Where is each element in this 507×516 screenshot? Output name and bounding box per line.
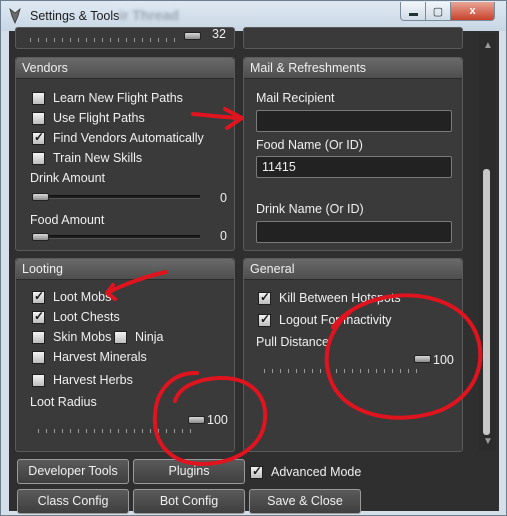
top-partial-panel-left: 32 [15, 27, 235, 49]
checkbox-box[interactable] [32, 111, 45, 125]
window-title-obscured: ir Thread [119, 7, 179, 23]
save-close-button[interactable]: Save & Close [249, 489, 361, 514]
close-icon: x [469, 5, 476, 17]
settings-window: Settings & Tools ir Thread ▢ x 32 Vendor… [0, 0, 507, 516]
checkbox-label: Advanced Mode [271, 465, 362, 479]
checkbox-box[interactable] [32, 350, 45, 364]
pull-distance-ticks [264, 369, 420, 373]
loot-radius-ticks [38, 429, 194, 433]
train-new-skills-checkbox[interactable]: Train New Skills [32, 151, 142, 165]
drink-amount-slider-thumb[interactable] [32, 193, 49, 201]
checkbox-box[interactable] [114, 330, 127, 344]
checkbox-box[interactable] [32, 373, 45, 387]
checkbox-label: Find Vendors Automatically [53, 131, 204, 145]
scrollbar-thumb[interactable] [483, 169, 490, 435]
checkbox-box[interactable] [32, 309, 45, 324]
checkbox-label: Loot Chests [53, 310, 120, 324]
looting-panel: Looting Loot Mobs Loot Chests Skin Mobs … [15, 258, 235, 452]
food-name-input[interactable]: 11415 [256, 156, 452, 178]
harvest-minerals-checkbox[interactable]: Harvest Minerals [32, 350, 147, 364]
checkbox-label: Logout For Inactivity [279, 313, 392, 327]
skin-mobs-checkbox[interactable]: Skin Mobs [32, 330, 111, 344]
scroll-up-arrow-icon[interactable]: ▲ [482, 41, 494, 51]
logout-for-inactivity-checkbox[interactable]: Logout For Inactivity [258, 312, 392, 327]
drink-amount-value: 0 [220, 191, 227, 205]
loot-radius-label: Loot Radius [30, 395, 97, 409]
checkbox-box[interactable] [250, 464, 263, 479]
loot-radius-slider-thumb[interactable] [188, 416, 205, 424]
scroll-down-arrow-icon[interactable]: ▼ [482, 437, 494, 447]
checkbox-label: Loot Mobs [53, 290, 112, 304]
checkbox-box[interactable] [258, 312, 271, 327]
checkbox-label: Use Flight Paths [53, 111, 145, 125]
drink-amount-slider[interactable] [32, 195, 200, 199]
kill-between-hotspots-checkbox[interactable]: Kill Between Hotspots [258, 290, 401, 305]
ninja-checkbox[interactable]: Ninja [114, 330, 164, 344]
vendors-header: Vendors [16, 58, 234, 79]
food-amount-slider[interactable] [32, 235, 200, 239]
use-flight-paths-checkbox[interactable]: Use Flight Paths [32, 111, 145, 125]
pull-distance-slider-thumb[interactable] [414, 355, 431, 363]
developer-tools-button[interactable]: Developer Tools [17, 459, 129, 484]
drink-name-input[interactable] [256, 221, 452, 243]
mail-recipient-input[interactable] [256, 110, 452, 132]
checkbox-label: Learn New Flight Paths [53, 91, 183, 105]
minimize-button[interactable] [400, 2, 426, 21]
checkbox-label: Ninja [135, 330, 164, 344]
vendors-panel: Vendors Learn New Flight Paths Use Fligh… [15, 57, 235, 251]
settings-content: 32 Vendors Learn New Flight Paths Use Fl… [9, 27, 499, 514]
mail-refreshments-panel: Mail & Refreshments Mail Recipient Food … [243, 57, 463, 251]
general-panel: General Kill Between Hotspots Logout For… [243, 258, 463, 452]
pull-distance-value: 100 [433, 353, 454, 367]
checkbox-box[interactable] [32, 330, 45, 344]
loot-chests-checkbox[interactable]: Loot Chests [32, 309, 120, 324]
learn-new-flight-paths-checkbox[interactable]: Learn New Flight Paths [32, 91, 183, 105]
checkbox-box[interactable] [32, 91, 45, 105]
checkbox-box[interactable] [32, 151, 45, 165]
looting-header: Looting [16, 259, 234, 280]
pull-distance-label: Pull Distance [256, 335, 329, 349]
minimize-icon [408, 12, 418, 16]
checkbox-box[interactable] [32, 130, 45, 145]
mail-recipient-label: Mail Recipient [256, 91, 335, 105]
maximize-button[interactable]: ▢ [425, 2, 451, 21]
checkbox-box[interactable] [258, 290, 271, 305]
class-config-button[interactable]: Class Config [17, 489, 129, 514]
maximize-icon: ▢ [432, 5, 444, 18]
find-vendors-automatically-checkbox[interactable]: Find Vendors Automatically [32, 130, 204, 145]
advanced-mode-checkbox[interactable]: Advanced Mode [250, 464, 362, 479]
mail-refreshments-header: Mail & Refreshments [244, 58, 462, 79]
close-button[interactable]: x [450, 2, 495, 21]
checkbox-label: Skin Mobs [53, 330, 112, 344]
top-slider-value: 32 [212, 27, 226, 41]
checkbox-label: Train New Skills [53, 151, 143, 165]
checkbox-label: Harvest Herbs [53, 373, 133, 387]
food-amount-label: Food Amount [30, 213, 105, 227]
drink-name-label: Drink Name (Or ID) [256, 202, 364, 216]
loot-mobs-checkbox[interactable]: Loot Mobs [32, 289, 112, 304]
harvest-herbs-checkbox[interactable]: Harvest Herbs [32, 373, 133, 387]
bot-config-button[interactable]: Bot Config [133, 489, 245, 514]
top-slider-thumb[interactable] [184, 32, 201, 40]
food-name-label: Food Name (Or ID) [256, 138, 363, 152]
food-amount-slider-thumb[interactable] [32, 233, 49, 241]
window-title: Settings & Tools [30, 9, 120, 23]
top-partial-panel-right [243, 27, 463, 49]
loot-radius-value: 100 [207, 413, 228, 427]
drink-amount-label: Drink Amount [30, 171, 106, 185]
food-amount-value: 0 [220, 229, 227, 243]
top-slider-ticks [30, 38, 180, 42]
checkbox-box[interactable] [32, 289, 45, 304]
app-icon [9, 8, 21, 24]
checkbox-label: Kill Between Hotspots [279, 291, 401, 305]
checkbox-label: Harvest Minerals [53, 350, 147, 364]
general-header: General [244, 259, 462, 280]
plugins-button[interactable]: Plugins [133, 459, 245, 484]
